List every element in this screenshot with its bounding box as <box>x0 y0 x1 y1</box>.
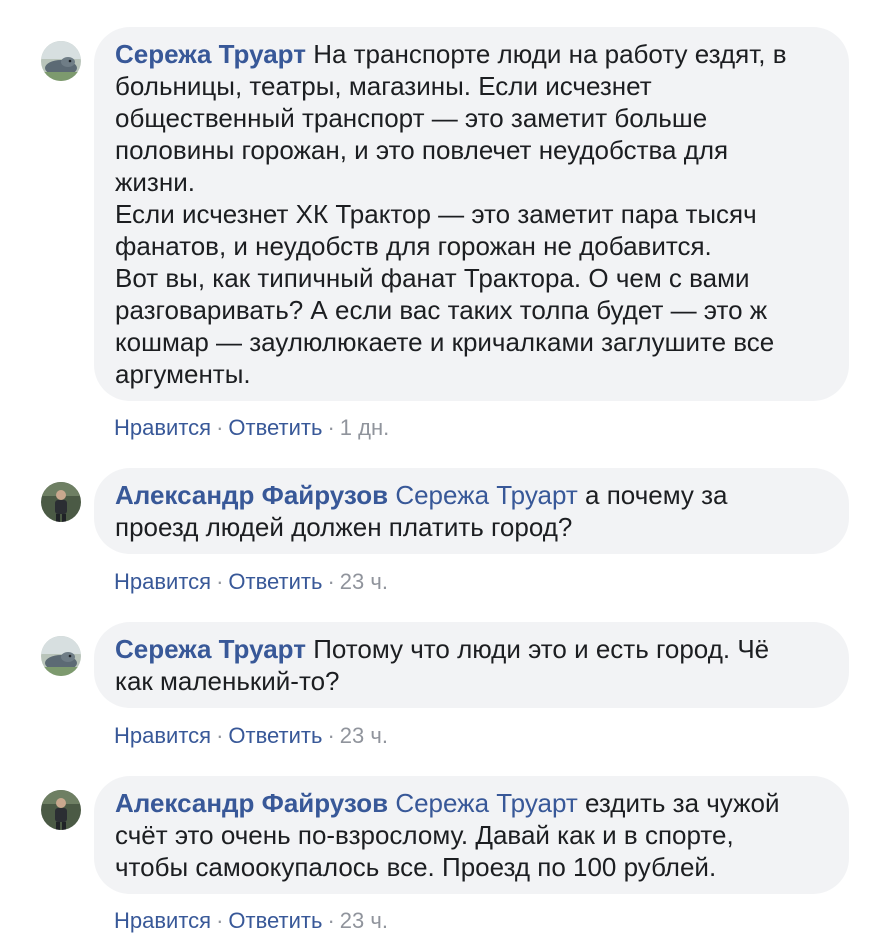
comment-timestamp[interactable]: 23 ч. <box>340 908 388 933</box>
comment-text-line: Вот вы, как типичный фанат Трактора. О ч… <box>115 263 750 293</box>
avatar-person-icon[interactable] <box>41 482 81 522</box>
like-button[interactable]: Нравится <box>114 723 211 748</box>
reply-button[interactable]: Ответить <box>228 908 322 933</box>
separator-dot: · <box>327 569 335 594</box>
reply-button[interactable]: Ответить <box>228 569 322 594</box>
comment-text-line: Александр Файрузов Сережа Труарт ездить … <box>115 788 780 818</box>
comment-text-line: разговаривать? А если вас таких толпа бу… <box>115 295 768 325</box>
like-button[interactable]: Нравится <box>114 569 211 594</box>
comment-actions: Нравится · Ответить · 1 дн. <box>114 414 389 442</box>
separator-dot: · <box>216 908 224 933</box>
comment-text-line: Если исчезнет ХК Трактор — это заметит п… <box>115 199 757 229</box>
avatar-seal-icon[interactable] <box>41 41 81 81</box>
separator-dot: · <box>216 415 224 440</box>
like-button[interactable]: Нравится <box>114 908 211 933</box>
comment-text-line: больницы, театры, магазины. Если исчезне… <box>115 71 652 101</box>
separator-dot: · <box>327 908 335 933</box>
comment-bubble: Сережа Труарт На транспорте люди на рабо… <box>94 27 849 401</box>
author-name-link[interactable]: Сережа Труарт <box>115 634 306 664</box>
comment-text-line: жизни. <box>115 167 195 197</box>
reply-button[interactable]: Ответить <box>228 415 322 440</box>
comment-timestamp[interactable]: 23 ч. <box>340 569 388 594</box>
author-name-link[interactable]: Александр Файрузов <box>115 480 388 510</box>
avatar-person-icon[interactable] <box>41 790 81 830</box>
author-name-link[interactable]: Александр Файрузов <box>115 788 388 818</box>
comment-text-line: кошмар — заулюлюкаете и кричалками заглу… <box>115 327 775 357</box>
comment-timestamp[interactable]: 1 дн. <box>340 415 389 440</box>
comment-text-line: Сережа Труарт Потому что люди это и есть… <box>115 634 770 664</box>
comment-text-line: фанатов, и неудобств для горожан не доба… <box>115 231 712 261</box>
comment-text-line: Александр Файрузов Сережа Труарт а почем… <box>115 480 728 510</box>
separator-dot: · <box>327 415 335 440</box>
comment-bubble: Сережа Труарт Потому что люди это и есть… <box>94 622 849 708</box>
separator-dot: · <box>327 723 335 748</box>
separator-dot: · <box>216 569 224 594</box>
comment-bubble: Александр Файрузов Сережа Труарт а почем… <box>94 468 849 554</box>
comment-text-line: половины горожан, и это повлечет неудобс… <box>115 135 729 165</box>
comment-timestamp[interactable]: 23 ч. <box>340 723 388 748</box>
mention-link[interactable]: Сережа Труарт <box>395 788 578 818</box>
comment-text-line: счёт это очень по-взрослому. Давай как и… <box>115 820 734 850</box>
comment-text-line: чтобы самоокупалось все. Проезд по 100 р… <box>115 852 717 882</box>
comment-actions: Нравится · Ответить · 23 ч. <box>114 568 388 596</box>
comment-text-line: общественный транспорт — это заметит бол… <box>115 103 708 133</box>
separator-dot: · <box>216 723 224 748</box>
reply-button[interactable]: Ответить <box>228 723 322 748</box>
comment-text-line: аргументы. <box>115 359 251 389</box>
comment-text-line: проезд людей должен платить город? <box>115 512 573 542</box>
comment-text-line: как маленький-то? <box>115 666 340 696</box>
comment-text-line: Сережа Труарт На транспорте люди на рабо… <box>115 39 787 69</box>
mention-link[interactable]: Сережа Труарт <box>395 480 578 510</box>
comment-actions: Нравится · Ответить · 23 ч. <box>114 907 388 935</box>
avatar-seal-icon[interactable] <box>41 636 81 676</box>
comment-actions: Нравится · Ответить · 23 ч. <box>114 722 388 750</box>
author-name-link[interactable]: Сережа Труарт <box>115 39 306 69</box>
comment-bubble: Александр Файрузов Сережа Труарт ездить … <box>94 776 849 894</box>
like-button[interactable]: Нравится <box>114 415 211 440</box>
